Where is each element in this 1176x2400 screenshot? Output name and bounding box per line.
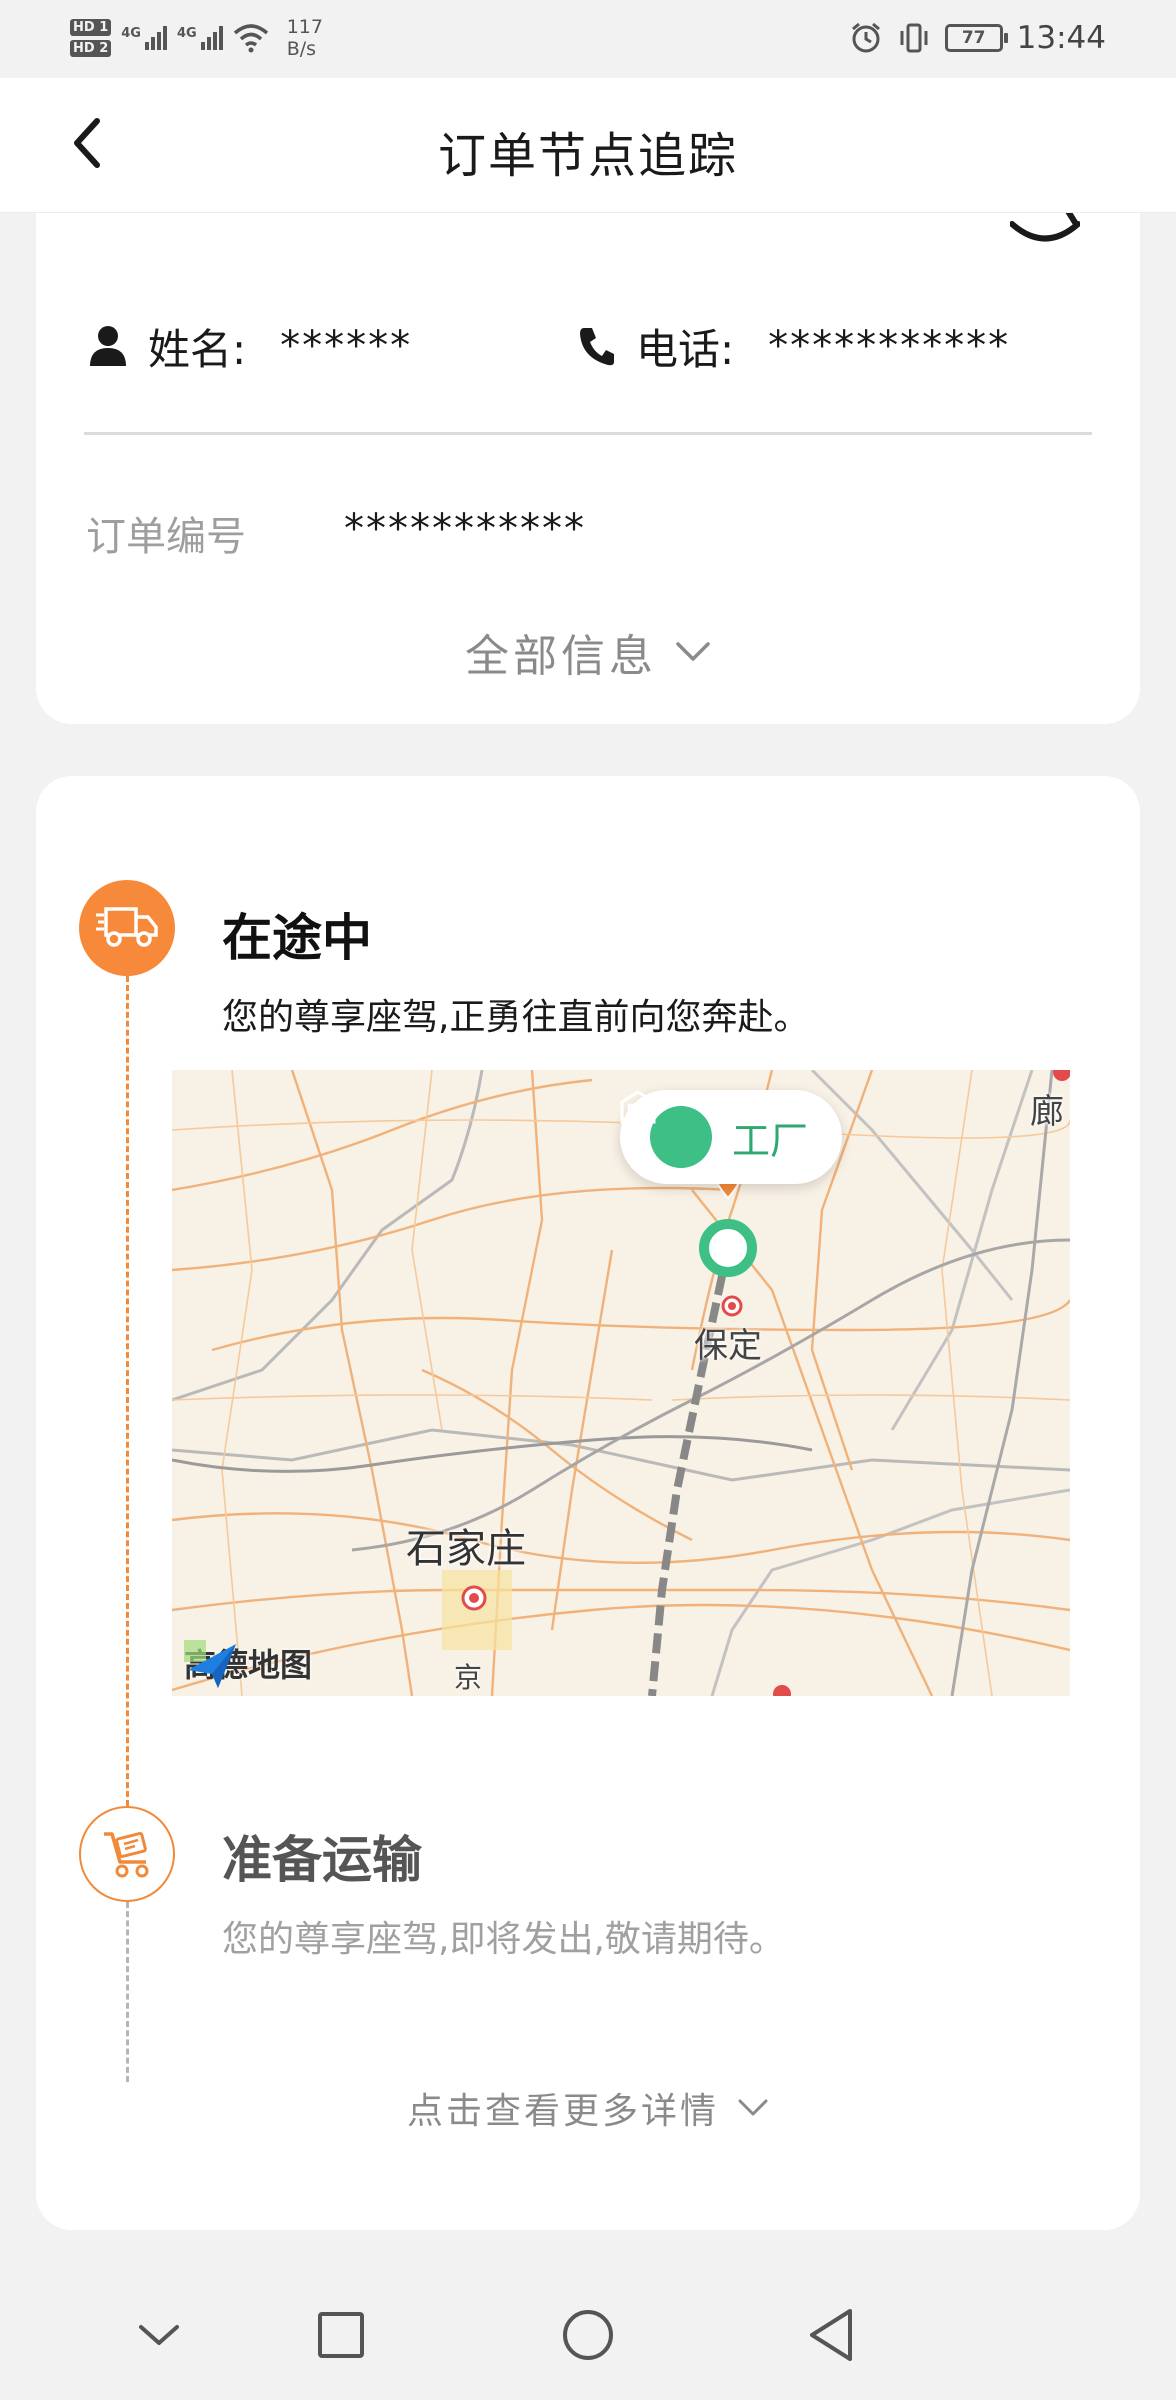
page-title: 订单节点追踪 — [437, 128, 738, 184]
timeline-connector — [126, 976, 129, 1806]
contact-row: 姓名: ****** 电话: *********** — [88, 310, 1088, 382]
nav-recents-button[interactable] — [306, 2300, 376, 2370]
cart-icon — [104, 1832, 149, 1878]
net-speed-value: 117 — [286, 16, 323, 38]
name-value: ****** — [280, 323, 413, 369]
city-label-baoding: 保定 — [694, 1326, 762, 1366]
tracking-card: 在途中 您的尊享座驾,正勇往直前向您奔赴。 工厂 保定 石家庄 廊 京 高德地图… — [36, 776, 1140, 2230]
factory-marker[interactable]: 工厂 — [620, 1090, 842, 1184]
chevron-down-icon — [676, 642, 710, 661]
signal-icon: 4G — [177, 26, 223, 50]
header: 订单节点追踪 — [0, 78, 1176, 212]
step-in-transit-node — [79, 880, 175, 976]
order-info-card: 姓名: ****** 电话: *********** 订单编号 ********… — [36, 170, 1140, 724]
all-info-label: 全部信息 — [465, 631, 657, 682]
status-left: HD 1 HD 2 4G 4G 117 B/s — [70, 10, 323, 66]
step-preparing-title: 准备运输 — [222, 1831, 422, 1889]
circle-icon — [563, 2310, 613, 2360]
route-map[interactable]: 工厂 保定 石家庄 廊 京 高德地图 — [172, 1070, 1070, 1696]
status-right: 77 13:44 — [849, 10, 1106, 66]
wifi-icon — [233, 24, 268, 53]
contact-name: 姓名: ****** — [88, 310, 412, 382]
phone-value: *********** — [768, 323, 1011, 369]
more-details-label: 点击查看更多详情 — [406, 2091, 719, 2132]
net-speed-unit: B/s — [286, 38, 317, 60]
contact-phone[interactable]: 电话: *********** — [578, 310, 1010, 382]
vibrate-icon — [900, 23, 928, 53]
chevron-down-icon — [738, 2099, 768, 2116]
network-type-2: 4G — [176, 26, 197, 41]
nav-back-button[interactable] — [796, 2300, 866, 2370]
map-canvas — [172, 1070, 1070, 1696]
step-preparing-desc: 您的尊享座驾,即将发出,敬请期待。 — [222, 1919, 785, 1960]
phone-label: 电话: — [636, 324, 735, 374]
truck-icon — [96, 907, 158, 947]
battery-icon: 77 — [944, 24, 1008, 52]
chevron-down-icon — [139, 2325, 179, 2345]
order-number-value: *********** — [344, 506, 586, 552]
city-label-shijiazhuang: 石家庄 — [406, 1526, 526, 1572]
battery-level: 77 — [961, 28, 986, 48]
nav-home-button[interactable] — [553, 2300, 623, 2370]
factory-label: 工厂 — [732, 1118, 809, 1163]
nav-collapse-button[interactable] — [124, 2300, 194, 2370]
step-in-transit-desc: 您的尊享座驾,正勇往直前向您奔赴。 — [222, 997, 810, 1038]
hd-indicators: HD 1 HD 2 — [70, 19, 112, 57]
alarm-icon — [851, 22, 880, 53]
triangle-back-icon — [810, 2309, 852, 2361]
road-label-jing: 京 — [454, 1661, 483, 1694]
order-number-label: 订单编号 — [86, 514, 246, 560]
amap-arrow-icon — [184, 1640, 236, 1688]
more-details-toggle[interactable]: 点击查看更多详情 — [36, 2082, 1140, 2134]
person-icon — [90, 326, 126, 366]
net-speed: 117 B/s — [287, 16, 323, 60]
system-nav-bar — [0, 2270, 1176, 2400]
name-label: 姓名: — [148, 324, 247, 374]
hd2-badge: HD 2 — [70, 40, 112, 57]
network-type-1: 4G — [121, 26, 141, 41]
city-label-langfang: 廊 — [1030, 1092, 1064, 1132]
all-info-toggle[interactable]: 全部信息 — [36, 620, 1140, 684]
hd1-badge: HD 1 — [70, 19, 112, 36]
step-preparing-node — [79, 1806, 175, 1902]
amap-logo: 高德地图 — [184, 1640, 312, 1688]
timeline-tail — [126, 1902, 129, 2082]
signal-icon: 4G — [121, 26, 167, 50]
status-bar: HD 1 HD 2 4G 4G 117 B/s 77 13:44 — [0, 0, 1176, 78]
square-icon — [318, 2312, 364, 2358]
phone-icon — [580, 328, 614, 366]
divider — [84, 432, 1092, 435]
clock: 13:44 — [1016, 20, 1106, 56]
step-in-transit-title: 在途中 — [222, 909, 372, 967]
factory-icon — [620, 1090, 712, 1168]
